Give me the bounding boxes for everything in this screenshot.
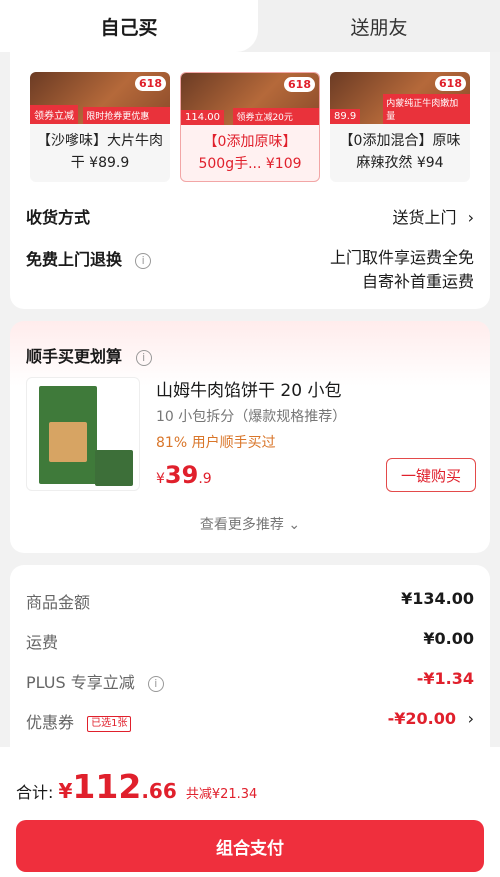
618-badge: 618	[284, 77, 315, 92]
chevron-right-icon: ›	[467, 208, 474, 227]
free-return-row: 免费上门退换 i 上门取件享运费全免 自寄补首重运费	[26, 246, 474, 291]
free-return-line1: 上门取件享运费全免	[329, 248, 474, 267]
checkout-bar: 合计: ¥112.66 共减¥21.34 组合支付	[0, 747, 500, 877]
addon-product-name: 山姆牛肉馅饼干 20 小包	[156, 381, 342, 401]
addon-purchase-rate: 81% 用户顺手买过	[156, 435, 276, 451]
addon-recommend-card: 顺手买更划算 i 山姆牛肉馅饼干 20 小包 10 小包拆分（爆款规格推荐） 8…	[10, 321, 490, 553]
product-title: 【沙嗲味】大片牛肉干 ¥89.9	[37, 133, 163, 171]
tab-buy-for-self[interactable]: 自己买	[0, 0, 258, 52]
goods-amount-row: 商品金额 ¥134.00	[26, 589, 474, 612]
info-icon[interactable]: i	[147, 675, 164, 692]
promo-tag: 内蒙纯正牛肉嫩加量	[383, 94, 470, 124]
price-tag: 114.00	[181, 110, 224, 125]
addon-title: 顺手买更划算 i	[26, 343, 152, 367]
delivery-label: 收货方式	[26, 208, 91, 227]
free-return-label: 免费上门退换	[26, 250, 123, 269]
tab-send-to-friend[interactable]: 送朋友	[258, 0, 500, 52]
product-card[interactable]: 618 领券立减 限时抢券更优惠 【沙嗲味】大片牛肉干 ¥89.9	[30, 72, 170, 182]
delivery-value[interactable]: 送货上门 ›	[392, 204, 474, 228]
plus-discount-row: PLUS 专享立减 i -¥1.34	[26, 669, 474, 692]
delivery-row[interactable]: 收货方式 送货上门 ›	[26, 204, 474, 228]
addon-product-image[interactable]	[26, 377, 140, 491]
coupon-tag: 领券立减	[30, 105, 78, 124]
coupon-row[interactable]: 优惠券 已选1张 -¥20.00 ›	[26, 709, 474, 733]
promo-tag: 领券立减20元	[233, 108, 319, 125]
free-return-desc: 上门取件享运费全免 自寄补首重运费	[330, 246, 474, 294]
chevron-right-icon: ›	[467, 709, 474, 728]
price-tag: 89.9	[330, 109, 361, 124]
total-saved: 共减¥21.34	[185, 787, 258, 802]
618-badge: 618	[135, 76, 166, 91]
618-badge: 618	[435, 76, 466, 91]
free-return-line2: 自寄补首重运费	[361, 272, 474, 291]
coupon-chosen-badge: 已选1张	[87, 715, 132, 732]
promo-tag: 限时抢券更优惠	[83, 107, 170, 124]
addon-product-subtitle: 10 小包拆分（爆款规格推荐）	[156, 409, 347, 425]
info-icon[interactable]: i	[135, 252, 152, 269]
product-image: 618 114.00 领券立减20元	[181, 73, 319, 125]
shipping-row: 运费 ¥0.00	[26, 629, 474, 652]
product-image: 618 89.9 内蒙纯正牛肉嫩加量	[330, 72, 470, 124]
order-items-card: 618 领券立减 限时抢券更优惠 【沙嗲味】大片牛肉干 ¥89.9 618 11…	[10, 52, 490, 309]
info-icon[interactable]: i	[135, 349, 152, 366]
product-card-selected[interactable]: 618 114.00 领券立减20元 【0添加原味】500g手... ¥109	[180, 72, 320, 182]
total-amount: 合计: ¥112.66 共减¥21.34	[16, 767, 258, 806]
one-click-buy-button[interactable]: 一键购买	[386, 458, 476, 492]
product-image: 618 领券立减 限时抢券更优惠	[30, 72, 170, 124]
product-card[interactable]: 618 89.9 内蒙纯正牛肉嫩加量 【0添加混合】原味麻辣孜然 ¥94	[330, 72, 470, 182]
chevron-down-icon: ⌄	[288, 517, 301, 533]
fee-summary-card: 商品金额 ¥134.00 运费 ¥0.00 PLUS 专享立减 i -¥1.34…	[10, 565, 490, 747]
see-more-recommendations[interactable]: 查看更多推荐 ⌄	[10, 514, 490, 534]
product-title: 【0添加原味】500g手... ¥109	[198, 134, 302, 172]
tab-bar: 自己买 送朋友	[0, 0, 500, 52]
addon-price: ¥39.9	[156, 461, 212, 489]
product-title: 【0添加混合】原味麻辣孜然 ¥94	[339, 133, 461, 171]
combined-pay-button[interactable]: 组合支付	[16, 820, 484, 872]
